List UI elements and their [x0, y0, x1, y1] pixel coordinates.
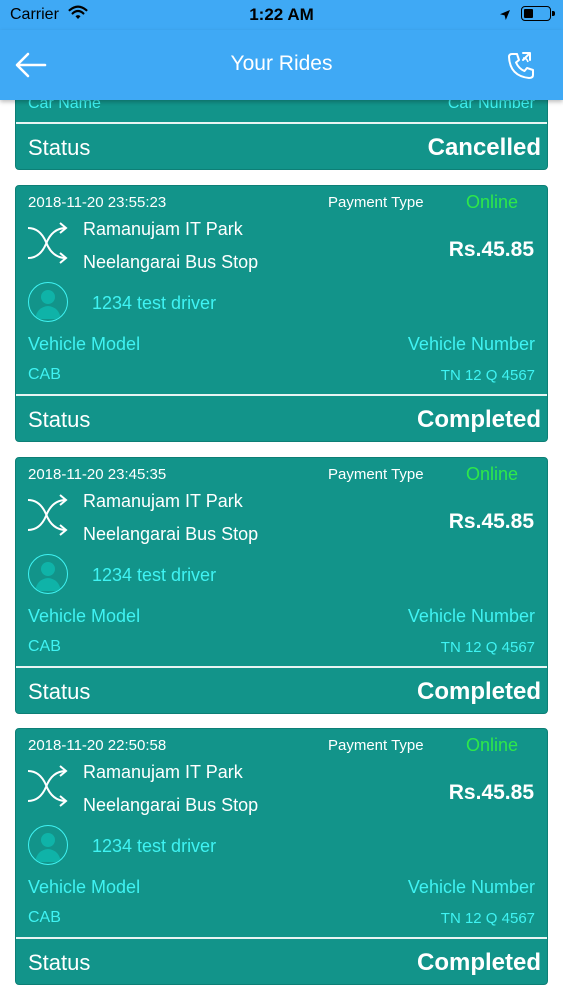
divider — [16, 122, 547, 124]
payment-type-label: Payment Type — [328, 466, 424, 483]
drop-location: Neelangarai Bus Stop — [83, 524, 259, 544]
vehicle-model-label: Vehicle Model — [28, 334, 141, 354]
payment-type-label: Payment Type — [328, 737, 424, 754]
drop-location: Neelangarai Bus Stop — [83, 252, 259, 272]
header-bar: Your Rides — [0, 30, 563, 100]
vehicle-model-value: CAB — [28, 909, 61, 926]
ride-card[interactable]: 2018-11-20 23:45:35 Payment Type Online … — [15, 457, 548, 714]
ride-card-cancelled[interactable]: Car Name Car Number Status Cancelled — [15, 100, 548, 170]
vehicle-model-value: CAB — [28, 366, 61, 383]
status-value: Cancelled — [427, 134, 541, 161]
divider — [16, 394, 547, 396]
divider — [16, 666, 547, 668]
ride-amount: Rs.45.85 — [448, 238, 534, 261]
status-value: Completed — [416, 406, 541, 433]
vehicle-number-label: Vehicle Number — [407, 877, 535, 897]
vehicle-number-value: TN 12 Q 4567 — [440, 367, 535, 384]
pickup-location: Ramanujam IT Park — [83, 762, 243, 782]
drop-location: Neelangarai Bus Stop — [83, 795, 259, 815]
phone-call-icon — [508, 52, 534, 79]
payment-type-value: Online — [466, 192, 519, 212]
ride-datetime: 2018-11-20 23:55:23 — [28, 194, 167, 211]
status-value: Completed — [416, 678, 541, 705]
status-label: Status — [28, 135, 91, 160]
status-label: Status — [28, 950, 91, 975]
location-arrow-icon — [499, 8, 511, 26]
divider — [16, 937, 547, 939]
vehicle-number-value: TN 12 Q 4567 — [440, 639, 535, 656]
payment-type-label: Payment Type — [328, 194, 424, 211]
ride-card[interactable]: 2018-11-20 22:50:58 Payment Type Online … — [15, 728, 548, 985]
vehicle-number-value: TN 12 Q 4567 — [440, 910, 535, 927]
pickup-location: Ramanujam IT Park — [83, 219, 243, 239]
page-title: Your Rides — [230, 52, 333, 75]
ride-amount: Rs.45.85 — [448, 510, 534, 533]
vehicle-model-value: CAB — [28, 638, 61, 655]
ride-card[interactable]: 2018-11-20 23:55:23 Payment Type Online … — [15, 185, 548, 442]
ride-datetime: 2018-11-20 22:50:58 — [28, 737, 167, 754]
driver-avatar-icon — [28, 825, 68, 865]
status-label: Status — [28, 407, 91, 432]
driver-name: 1234 test driver — [92, 836, 217, 856]
car-number-label: Car Number — [447, 100, 535, 112]
clock-time: 1:22 AM — [249, 5, 314, 24]
driver-avatar-icon — [28, 282, 68, 322]
payment-type-value: Online — [466, 735, 519, 755]
driver-name: 1234 test driver — [92, 565, 217, 585]
rides-list[interactable]: Car Name Car Number Status Cancelled 201… — [0, 100, 563, 1000]
payment-type-value: Online — [466, 464, 519, 484]
vehicle-number-label: Vehicle Number — [407, 334, 535, 354]
driver-name: 1234 test driver — [92, 293, 217, 313]
vehicle-model-label: Vehicle Model — [28, 606, 141, 626]
ride-datetime: 2018-11-20 23:45:35 — [28, 466, 167, 483]
route-icon — [26, 763, 70, 816]
battery-icon — [521, 6, 555, 21]
car-name-label: Car Name — [28, 100, 101, 112]
driver-avatar-icon — [28, 554, 68, 594]
status-bar: Carrier 1:22 AM — [0, 0, 563, 30]
status-label: Status — [28, 679, 91, 704]
route-icon — [26, 492, 70, 545]
vehicle-number-label: Vehicle Number — [407, 606, 535, 626]
vehicle-model-label: Vehicle Model — [28, 877, 141, 897]
pickup-location: Ramanujam IT Park — [83, 491, 243, 511]
route-icon — [26, 220, 70, 273]
status-value: Completed — [416, 949, 541, 976]
call-button[interactable] — [503, 48, 539, 84]
ride-amount: Rs.45.85 — [448, 781, 534, 804]
